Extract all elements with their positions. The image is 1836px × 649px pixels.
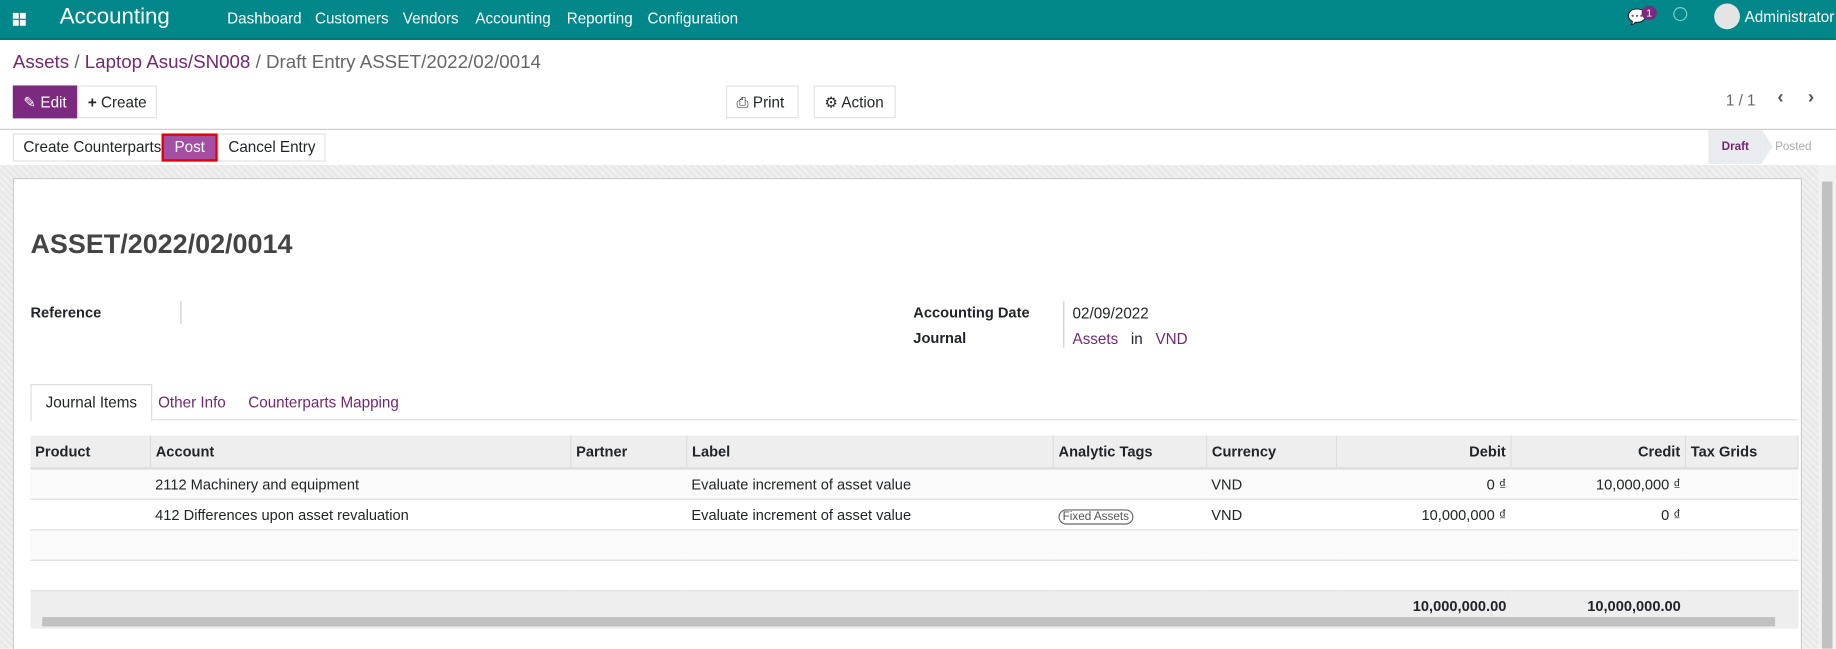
- pager-previous-icon[interactable]: ‹: [1777, 88, 1783, 109]
- menu-reporting[interactable]: Reporting: [567, 9, 633, 27]
- menu-configuration[interactable]: Configuration: [648, 9, 739, 27]
- breadcrumb-current: Draft Entry ASSET/2022/02/0014: [265, 52, 541, 73]
- avatar[interactable]: [1714, 3, 1740, 30]
- cell-tags: Fixed Assets: [1053, 499, 1207, 531]
- col-product[interactable]: Product: [30, 435, 152, 470]
- app-title: Accounting: [59, 4, 170, 30]
- menu-vendors[interactable]: Vendors: [403, 9, 459, 27]
- empty-row: [30, 560, 1798, 592]
- col-currency[interactable]: Currency: [1206, 435, 1338, 470]
- journal-currency-link[interactable]: VND: [1155, 330, 1187, 348]
- cell-debit: 10,000,000 ₫: [1336, 499, 1512, 531]
- cell-tax-grids: [1685, 499, 1798, 531]
- cell-partner: [570, 468, 687, 500]
- cell-product: [30, 468, 151, 500]
- field-divider: [1063, 300, 1065, 348]
- message-count-badge: 1: [1641, 5, 1657, 20]
- cell-tags: [1053, 468, 1207, 500]
- cell-debit: 0 ₫: [1336, 468, 1512, 500]
- col-account[interactable]: Account: [150, 435, 572, 470]
- menu-accounting[interactable]: Accounting: [475, 9, 550, 27]
- pager-value[interactable]: 1 / 1: [1726, 91, 1756, 109]
- print-label: Print: [752, 93, 785, 112]
- journal-link[interactable]: Assets: [1073, 330, 1119, 348]
- table-row[interactable]: 2112 Machinery and equipment Evaluate in…: [30, 468, 1798, 500]
- vertical-scrollbar[interactable]: [1818, 165, 1836, 649]
- activity-clock-icon[interactable]: [1673, 7, 1688, 22]
- action-button[interactable]: ⚙ Action: [813, 85, 896, 119]
- journal-items-table: Product Account Partner Label Analytic T…: [30, 435, 1799, 621]
- vertical-scrollbar-thumb[interactable]: [1821, 181, 1833, 649]
- create-counterparts-button[interactable]: Create Counterparts: [12, 133, 172, 162]
- reference-field[interactable]: [180, 300, 182, 325]
- cell-partner: [570, 499, 687, 531]
- cell-product: [30, 499, 151, 531]
- top-navbar: Accounting Dashboard Customers Vendors A…: [0, 0, 1836, 40]
- cell-label: Evaluate increment of asset value: [686, 499, 1054, 531]
- col-debit[interactable]: Debit: [1336, 435, 1512, 470]
- journal-label: Journal: [913, 330, 967, 347]
- cell-account: 2112 Machinery and equipment: [150, 468, 571, 500]
- cell-credit: 0 ₫: [1511, 499, 1686, 531]
- form-sheet: ASSET/2022/02/0014 Reference Accounting …: [12, 177, 1803, 649]
- menu-dashboard[interactable]: Dashboard: [227, 9, 301, 27]
- reference-label: Reference: [30, 304, 102, 321]
- apps-menu-icon[interactable]: [12, 12, 26, 26]
- breadcrumb-asset[interactable]: Laptop Asus/SN008: [85, 53, 251, 73]
- breadcrumb: Assets / Laptop Asus/SN008 / Draft Entry…: [13, 53, 541, 74]
- analytic-tag-badge: Fixed Assets: [1057, 508, 1134, 524]
- tab-line: [30, 419, 1798, 421]
- status-arrow: [1762, 129, 1773, 163]
- menu-customers[interactable]: Customers: [315, 9, 389, 27]
- user-menu[interactable]: Administrator: [1745, 8, 1835, 26]
- edit-button[interactable]: ✎ Edit: [12, 85, 78, 119]
- create-label: Create: [100, 93, 147, 112]
- journal-in-text: in: [1130, 330, 1143, 348]
- accounting-date-value[interactable]: 02/09/2022: [1073, 304, 1149, 322]
- create-button[interactable]: + Create: [77, 85, 158, 119]
- col-analytic-tags[interactable]: Analytic Tags: [1053, 435, 1208, 470]
- printer-icon: ⎙: [736, 93, 749, 112]
- journal-value: Assets in VND: [1073, 330, 1188, 348]
- cell-account: 412 Differences upon asset revaluation: [150, 499, 571, 531]
- entry-title: ASSET/2022/02/0014: [30, 228, 293, 259]
- tab-other-info[interactable]: Other Info: [158, 393, 226, 411]
- breadcrumb-separator: /: [255, 52, 261, 73]
- scrollbar-thumb[interactable]: [42, 617, 1776, 627]
- edit-label: Edit: [40, 93, 67, 112]
- action-label: Action: [841, 93, 884, 112]
- breadcrumb-separator: /: [74, 52, 80, 73]
- horizontal-scrollbar[interactable]: [30, 614, 1799, 629]
- status-bar: Create Counterparts Post Cancel Entry Dr…: [0, 128, 1836, 165]
- cell-currency: VND: [1206, 468, 1337, 500]
- tab-counterparts-mapping[interactable]: Counterparts Mapping: [248, 393, 399, 411]
- breadcrumb-assets[interactable]: Assets: [13, 53, 69, 73]
- tab-journal-items[interactable]: Journal Items: [30, 384, 153, 422]
- col-label[interactable]: Label: [686, 435, 1054, 470]
- col-tax-grids[interactable]: Tax Grids: [1685, 435, 1799, 470]
- gear-icon: ⚙: [824, 93, 838, 112]
- status-posted[interactable]: Posted: [1775, 130, 1811, 164]
- table-row[interactable]: 412 Differences upon asset revaluation E…: [30, 499, 1798, 531]
- cell-credit: 10,000,000 ₫: [1511, 468, 1686, 500]
- print-button[interactable]: ⎙ Print: [725, 85, 799, 119]
- empty-row: [30, 529, 1798, 561]
- post-button[interactable]: Post: [161, 133, 218, 162]
- col-credit[interactable]: Credit: [1511, 435, 1687, 470]
- cell-label: Evaluate increment of asset value: [686, 468, 1054, 500]
- cell-currency: VND: [1206, 499, 1337, 531]
- status-draft[interactable]: Draft: [1708, 129, 1763, 164]
- col-partner[interactable]: Partner: [570, 435, 688, 470]
- accounting-date-label: Accounting Date: [913, 304, 1030, 321]
- cancel-entry-button[interactable]: Cancel Entry: [217, 133, 327, 162]
- cell-tax-grids: [1685, 468, 1798, 500]
- pager-next-icon[interactable]: ›: [1808, 88, 1814, 109]
